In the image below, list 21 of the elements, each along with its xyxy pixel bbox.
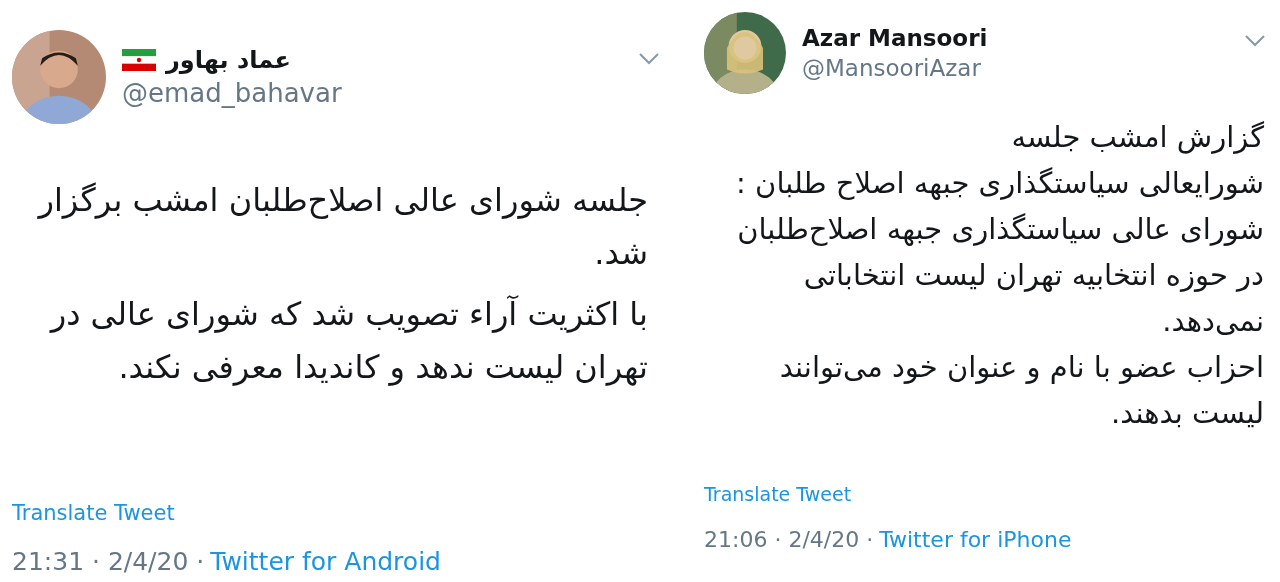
user-name: Azar Mansoori	[802, 25, 988, 51]
timestamp: 21:06 · 2/4/20 ·	[704, 527, 874, 552]
tweet-text: جلسه شورای عالی اصلاح‌طلبان امشب برگزار شد.	[36, 180, 648, 274]
source-link[interactable]: Twitter for iPhone	[879, 527, 1072, 552]
tweet-text: گزارش امشب جلسه	[1010, 119, 1264, 156]
chevron-down-icon[interactable]	[1244, 34, 1266, 48]
tweet-text: نمی‌دهد.	[1161, 303, 1264, 340]
user-handle: @emad_bahavar	[122, 78, 343, 108]
tweet-text: در حوزه انتخابیه تهران لیست انتخاباتی	[802, 257, 1264, 294]
tweet-text: احزاب عضو با نام و عنوان خود می‌توانند	[778, 349, 1264, 386]
tweet-text: شورای عالی سیاستگذاری جبهه اصلاح‌طلبان	[736, 211, 1264, 248]
tweet-text: شورایعالی سیاستگذاری جبهه اصلاح طلبان :	[735, 165, 1264, 202]
source-link[interactable]: Twitter for Android	[210, 547, 441, 576]
translate-link[interactable]: Translate Tweet	[12, 501, 175, 525]
user-handle: @MansooriAzar	[802, 55, 982, 81]
chevron-down-icon[interactable]	[638, 52, 660, 66]
user-name: عماد بهاور	[166, 46, 291, 74]
translate-link[interactable]: Translate Tweet	[704, 483, 852, 505]
tweet-text: لیست بدهند.	[1110, 395, 1264, 432]
timestamp: 21:31 · 2/4/20 ·	[12, 547, 205, 576]
tweet-text: با اکثریت آراء تصویب شد که شورای عالی در تهران لیست ندهد و کاندیدا معرفی نکند.	[48, 294, 648, 388]
